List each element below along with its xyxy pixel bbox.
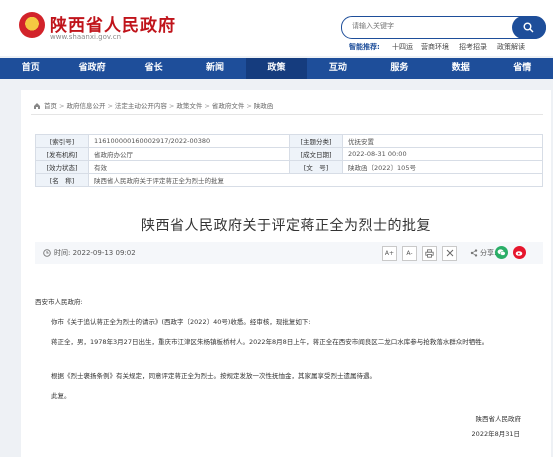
publish-time: 时间: 2022-09-13 09:02 (54, 249, 136, 257)
weibo-share-button[interactable] (513, 246, 526, 259)
breadcrumb-separator: > (246, 102, 252, 110)
search-button[interactable] (512, 16, 546, 39)
breadcrumb-separator: > (59, 102, 65, 110)
breadcrumb-legal-content[interactable]: 法定主动公开内容 (115, 102, 167, 110)
paragraph-1: 你市《关于追认蒋正全为烈士的请示》(西政字〔2022〕40号)收悉。经审核，现批… (51, 318, 311, 326)
print-button[interactable] (422, 246, 437, 261)
meta-key: [效力状态] (35, 160, 89, 174)
document-meta-table: [索引号] 11610000016000291​7/2022-00380 [主题… (35, 134, 543, 187)
nav-item-data[interactable]: 数据 (430, 58, 491, 79)
meta-key: [成文日期] (289, 147, 343, 161)
font-increase-button[interactable]: A+ (382, 246, 397, 261)
search-input[interactable] (352, 19, 512, 34)
document-title: 陕西省人民政府关于评定蒋正全为烈士的批复 (141, 218, 431, 234)
printer-icon (425, 249, 434, 258)
breadcrumb: 首页 > 政府信息公开 > 法定主动公开内容 > 政策文件 > 省政府文件 > 陕政函 (33, 100, 273, 110)
nav-item-province-info[interactable]: 省情 (492, 58, 553, 79)
paragraph-3: 根据《烈士褒扬条例》有关规定，同意评定蒋正全为烈士。按规定发放一次性抚恤金，其家… (51, 372, 376, 380)
meta-value: 2022-08-31 00:00 (342, 147, 543, 161)
breadcrumb-info-open[interactable]: 政府信息公开 (66, 102, 105, 110)
smart-link-0[interactable]: 十四运 (392, 42, 413, 52)
search-icon (523, 22, 534, 33)
meta-value: 有效 (88, 160, 290, 174)
site-url: www.shaanxi.gov.cn (50, 33, 122, 41)
smart-link-1[interactable]: 营商环境 (421, 42, 449, 52)
site-header: 陕西省人民政府 www.shaanxi.gov.cn 智能推荐: 十四运 营商环… (0, 0, 553, 56)
breadcrumb-gov-docs[interactable]: 省政府文件 (212, 102, 245, 110)
breadcrumb-separator: > (168, 102, 175, 110)
breadcrumb-current[interactable]: 陕政函 (254, 102, 274, 110)
weibo-icon (515, 251, 523, 256)
national-emblem-icon (19, 12, 45, 38)
signature: 陕西省人民政府 (475, 415, 522, 423)
meta-key: [索引号] (35, 134, 89, 148)
nav-item-interaction[interactable]: 互动 (307, 58, 368, 79)
close-page-button[interactable] (442, 246, 457, 261)
breadcrumb-home[interactable]: 首页 (44, 102, 57, 110)
divider (31, 114, 543, 115)
smart-link-3[interactable]: 政策解读 (497, 42, 525, 52)
meta-key: [文 号] (289, 160, 343, 174)
breadcrumb-policy-docs[interactable]: 政策文件 (176, 102, 202, 110)
meta-key: [发布机构] (35, 147, 89, 161)
home-icon (34, 103, 40, 109)
meta-value: 陕西省人民政府关于评定蒋正全为烈士的批复 (88, 173, 543, 187)
meta-value: 11610000016000291​7/2022-00380 (88, 134, 290, 148)
meta-value: 省政府办公厅 (88, 147, 290, 161)
nav-item-home[interactable]: 首页 (0, 58, 61, 79)
table-row: [名 称] 陕西省人民政府关于评定蒋正全为烈士的批复 (35, 173, 543, 187)
share-label: 分享: (480, 249, 497, 257)
nav-item-news[interactable]: 新闻 (184, 58, 245, 79)
close-icon (446, 249, 453, 257)
nav-item-policy[interactable]: 政策 (245, 58, 308, 79)
table-row: [发布机构] 省政府办公厅 [成文日期] 2022-08-31 00:00 (35, 147, 543, 161)
meta-key: [主题分类] (289, 134, 343, 148)
breadcrumb-separator: > (204, 102, 210, 110)
wechat-icon (497, 249, 506, 256)
sign-date: 2022年8月31日 (471, 430, 520, 438)
clock-icon (43, 249, 51, 257)
breadcrumb-separator: > (107, 102, 113, 110)
table-row: [索引号] 11610000016000291​7/2022-00380 [主题… (35, 134, 543, 148)
meta-key: [名 称] (35, 173, 89, 187)
table-row: [效力状态] 有效 [文 号] 陕政函〔2022〕105号 (35, 160, 543, 174)
smart-link-2[interactable]: 招考招录 (459, 42, 487, 52)
smart-recommend-label: 智能推荐: (349, 43, 380, 51)
font-decrease-button[interactable]: A- (402, 246, 417, 261)
meta-value: 优抚安置 (342, 134, 543, 148)
nav-item-government[interactable]: 省政府 (61, 58, 122, 79)
meta-value: 陕政函〔2022〕105号 (342, 160, 543, 174)
main-nav: 首页 省政府 省长 新闻 政策 互动 服务 数据 省情 (0, 58, 553, 79)
content-card: 首页 > 政府信息公开 > 法定主动公开内容 > 政策文件 > 省政府文件 > 陕政函 [索引号] … (21, 90, 551, 457)
paragraph-2: 蒋正全，男，1978年3月27日出生，重庆市江津区朱杨镇板桥村人。2022年8月… (51, 338, 489, 346)
salutation: 西安市人民政府: (35, 298, 83, 306)
nav-item-governor[interactable]: 省长 (123, 58, 184, 79)
document-toolbar: 时间: 2022-09-13 09:02 A+ A- 分享: (35, 242, 543, 264)
wechat-share-button[interactable] (495, 246, 508, 259)
nav-item-service[interactable]: 服务 (369, 58, 430, 79)
search-box (341, 16, 546, 39)
paragraph-4: 此复。 (51, 392, 71, 400)
share-icon (470, 249, 478, 257)
